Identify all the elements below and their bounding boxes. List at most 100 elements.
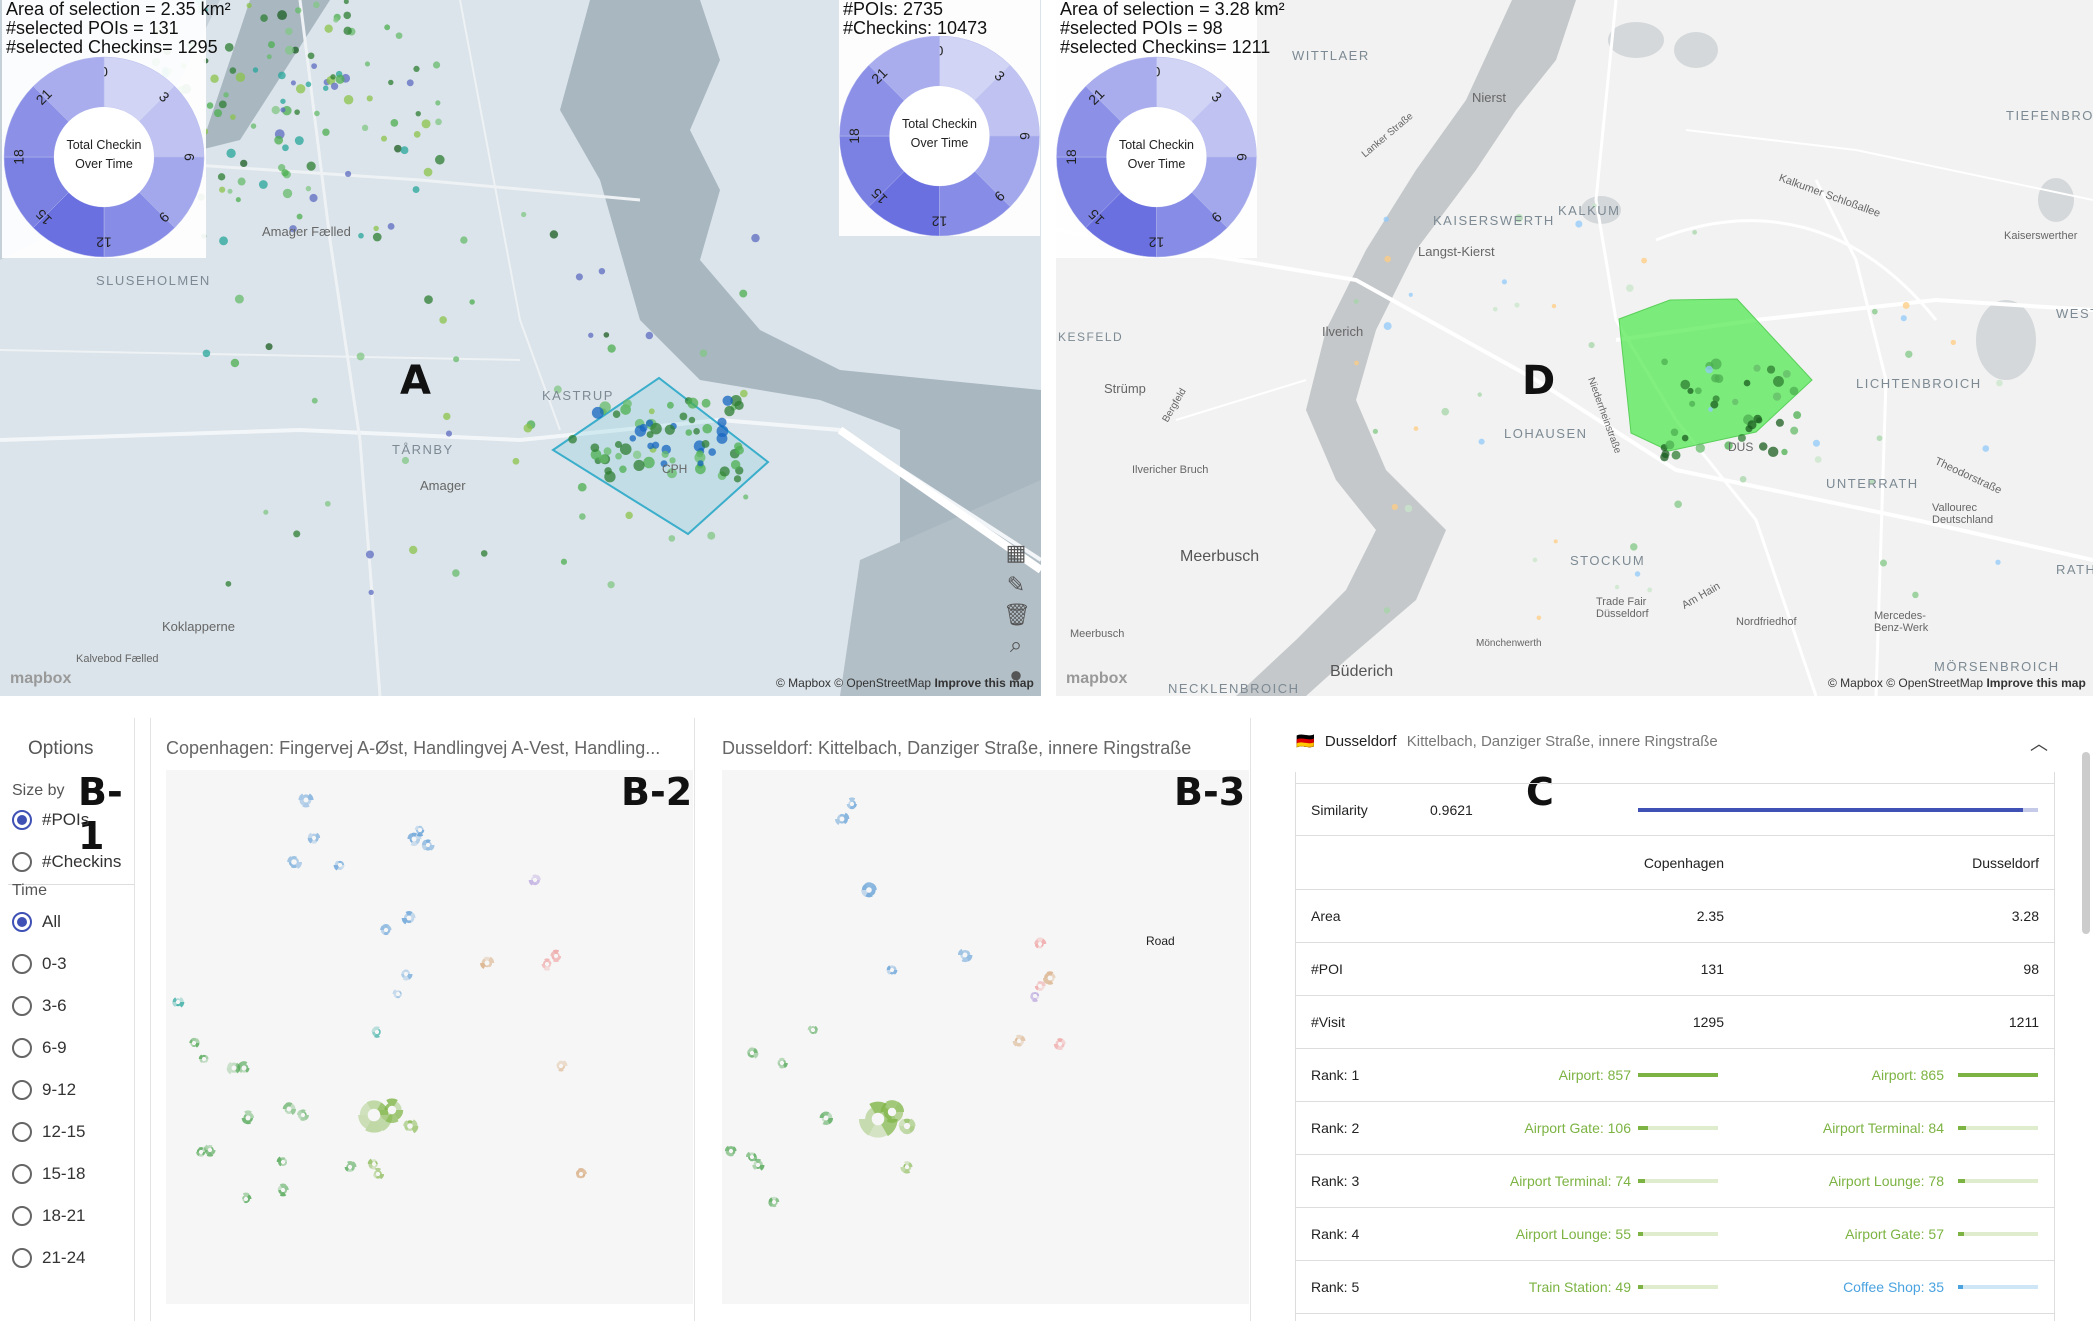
rank-bar-copenhagen-fill — [1638, 1232, 1643, 1236]
category-glyph[interactable] — [747, 1047, 759, 1059]
time-radio[interactable] — [12, 1248, 32, 1268]
category-glyph[interactable] — [421, 839, 435, 851]
category-glyph[interactable] — [287, 856, 303, 869]
category-glyph[interactable] — [242, 1192, 252, 1204]
category-glyph[interactable] — [1053, 1038, 1066, 1051]
category-glyph[interactable] — [541, 958, 552, 971]
category-glyph[interactable] — [528, 874, 541, 886]
category-glyph[interactable] — [861, 882, 877, 898]
time-radio[interactable] — [12, 1206, 32, 1226]
category-glyph[interactable] — [1043, 971, 1056, 985]
category-glyph[interactable] — [900, 1161, 913, 1174]
category-glyph[interactable] — [807, 1025, 818, 1034]
category-glyph[interactable] — [550, 949, 562, 963]
scrollbar-thumb[interactable] — [2082, 752, 2090, 934]
poi-dot — [406, 79, 414, 87]
category-glyph[interactable] — [575, 1168, 587, 1179]
poi-dot — [1674, 500, 1682, 509]
row-label: #Visit — [1311, 1014, 1345, 1030]
category-glyph[interactable] — [1034, 937, 1047, 949]
category-glyph[interactable] — [898, 1118, 916, 1135]
category-glyph[interactable] — [777, 1057, 788, 1069]
category-glyph[interactable] — [392, 989, 402, 999]
poi-dot — [512, 457, 520, 465]
poi-dot — [1384, 255, 1391, 263]
time-radio[interactable] — [12, 954, 32, 974]
poi-dot — [1383, 216, 1389, 222]
improve-map-link-d[interactable]: Improve this map — [1986, 676, 2085, 690]
buildings-icon[interactable]: ▦ — [1003, 540, 1029, 566]
poi-dot — [358, 232, 364, 239]
category-glyph[interactable] — [241, 1110, 254, 1125]
category-glyph[interactable] — [957, 948, 973, 963]
category-glyph[interactable] — [1012, 1034, 1026, 1047]
dusseldorf-glyph-plot[interactable]: Road — [722, 770, 1249, 1304]
category-glyph[interactable] — [333, 860, 345, 871]
category-glyph[interactable] — [1030, 992, 1040, 1002]
category-glyph[interactable] — [846, 797, 857, 810]
poi-dot — [1695, 443, 1705, 453]
size-by-radio[interactable] — [12, 852, 32, 872]
category-glyph[interactable] — [172, 996, 185, 1008]
poi-dot — [603, 332, 610, 338]
category-glyph[interactable] — [371, 1026, 381, 1038]
time-radio[interactable] — [12, 1080, 32, 1100]
rank-label: Rank: 1 — [1311, 1067, 1360, 1083]
category-glyph[interactable] — [344, 1161, 357, 1172]
poi-dot — [707, 531, 716, 540]
poi-dot — [1670, 428, 1679, 437]
poi-dot — [1588, 341, 1595, 349]
map-dusseldorf[interactable]: WITTLAER KAISERSWERTH KALKUM Nierst Lang… — [1056, 0, 2093, 696]
copenhagen-glyph-plot[interactable] — [166, 770, 693, 1304]
poi-dot — [267, 41, 275, 49]
poi-dot — [650, 422, 662, 435]
category-glyph[interactable] — [297, 1109, 309, 1121]
category-glyph[interactable] — [556, 1060, 568, 1072]
category-glyph[interactable] — [226, 1062, 241, 1075]
time-radio[interactable] — [12, 912, 32, 932]
category-glyph[interactable] — [480, 956, 495, 969]
search-icon[interactable]: ⌕ — [1003, 632, 1029, 658]
category-glyph[interactable] — [725, 1145, 737, 1157]
time-radio[interactable] — [12, 996, 32, 1016]
category-glyph[interactable] — [819, 1111, 834, 1125]
rank-row: Rank: 4 Airport Lounge: 55 Airport Gate: 5… — [1295, 1208, 2054, 1261]
category-glyph[interactable] — [189, 1037, 200, 1048]
category-glyph[interactable] — [835, 812, 850, 826]
map-copenhagen[interactable]: Amager Fælled SLUSEHOLMEN KASTRUP TÅRNBY… — [0, 0, 1041, 696]
category-glyph[interactable] — [198, 1054, 209, 1063]
rank-row: Rank: 2 Airport Gate: 106 Airport Terminal… — [1295, 1102, 2054, 1155]
category-glyph[interactable] — [380, 924, 392, 936]
category-glyph[interactable] — [886, 965, 898, 975]
poi-dot — [413, 131, 421, 138]
category-glyph-hole — [771, 1199, 777, 1205]
poi-dot — [1383, 607, 1391, 614]
improve-map-link-a[interactable]: Improve this map — [934, 676, 1033, 690]
category-glyph[interactable] — [401, 969, 413, 981]
category-glyph[interactable] — [401, 911, 416, 925]
time-radio[interactable] — [12, 1038, 32, 1058]
category-glyph[interactable] — [1034, 981, 1046, 991]
category-glyph[interactable] — [298, 793, 314, 808]
trash-icon[interactable]: 🗑 — [1003, 602, 1031, 628]
chevron-up-icon[interactable]: ︿ — [2030, 730, 2048, 756]
category-glyph[interactable] — [203, 1144, 216, 1157]
pencil-icon[interactable]: ✎ — [1003, 572, 1029, 598]
poi-dot — [409, 545, 418, 555]
time-radio[interactable] — [12, 1164, 32, 1184]
category-glyph[interactable] — [277, 1183, 289, 1197]
category-glyph[interactable] — [367, 1158, 378, 1170]
category-glyph[interactable] — [403, 1119, 419, 1134]
size-by-radio[interactable] — [12, 810, 32, 830]
poi-dot — [1982, 445, 1990, 452]
category-glyph[interactable] — [307, 832, 321, 844]
category-glyph[interactable] — [373, 1167, 385, 1180]
poi-dot — [629, 435, 637, 442]
category-glyph[interactable] — [768, 1196, 780, 1208]
time-radio[interactable] — [12, 1122, 32, 1142]
time-label: 15-18 — [42, 1164, 86, 1183]
rank-bar-dusseldorf-fill — [1958, 1232, 1964, 1236]
category-glyph[interactable] — [276, 1156, 288, 1167]
category-glyph[interactable] — [282, 1102, 296, 1116]
comparison-header[interactable]: 🇩🇪 Dusseldorf Kittelbach, Danziger Straß… — [1296, 732, 1718, 750]
